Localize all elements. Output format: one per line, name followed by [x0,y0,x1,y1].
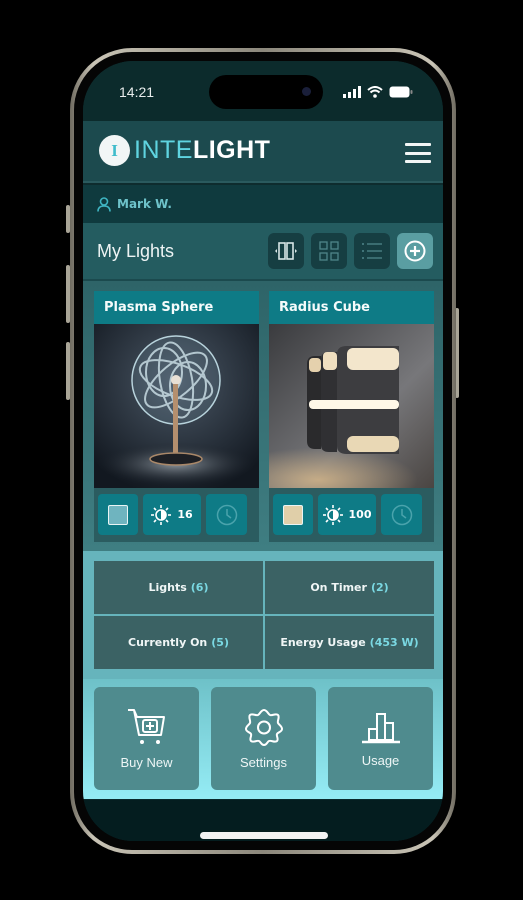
user-bar[interactable]: Mark W. [83,185,443,223]
actions-area: Buy New Settings Usage [83,679,443,799]
carousel-view-button[interactable] [268,233,304,269]
stat-currently-on[interactable]: Currently On (5) [94,616,263,669]
carousel-icon [275,242,297,260]
brightness-button[interactable]: 16 [143,494,201,535]
light-name: Plasma Sphere [94,291,259,324]
hamburger-menu-icon[interactable] [405,143,431,163]
stat-value: (5) [211,636,229,649]
user-name: Mark W. [117,197,172,211]
stat-energy-usage[interactable]: Energy Usage (453 W) [265,616,434,669]
status-icons [343,86,413,98]
color-swatch [108,504,128,525]
light-image-plasma-sphere [94,324,259,488]
app-logo[interactable]: I INTELIGHT [99,135,270,166]
light-name: Radius Cube [269,291,434,324]
list-view-button[interactable] [354,233,390,269]
brightness-value: 16 [177,508,193,521]
light-image-radius-cube [269,324,434,488]
brightness-icon [151,504,172,525]
status-time: 14:21 [119,84,155,100]
lights-section-header: My Lights [83,223,443,281]
stat-lights[interactable]: Lights (6) [94,561,263,614]
phone-frame: 14:21 I INTELIGHT Mark W. My Lights Plas… [70,48,456,854]
action-label: Settings [240,755,287,770]
home-indicator[interactable] [200,832,328,839]
brightness-button[interactable]: 100 [318,494,376,535]
grid-icon [319,241,339,261]
plus-circle-icon [404,240,426,262]
phone-bezel: 14:21 I INTELIGHT Mark W. My Lights Plas… [74,52,452,850]
bar-chart-icon [361,713,400,744]
buy-new-button[interactable]: Buy New [94,687,199,790]
action-label: Usage [361,753,400,768]
logo-text-part1: INTE [134,136,193,164]
stat-on-timer[interactable]: On Timer (2) [265,561,434,614]
light-controls: 100 [269,488,434,541]
user-icon [97,196,111,212]
color-button[interactable] [98,494,138,535]
timer-button[interactable] [206,494,247,535]
bottom-bar [83,799,443,841]
clock-icon [391,504,412,525]
section-title: My Lights [97,241,175,261]
stat-value: (2) [370,581,389,594]
light-card[interactable]: Radius Cube 100 [269,291,434,542]
light-cards-area: Plasma Sphere 16 Radius Cube 100 [83,281,443,551]
stat-value: (6) [190,581,209,594]
logo-text-part2: LIGHT [192,136,271,164]
gear-icon [244,708,283,747]
signal-icon [343,86,361,98]
view-toggle-group [268,233,433,269]
screen: 14:21 I INTELIGHT Mark W. My Lights Plas… [83,61,443,841]
status-bar: 14:21 [83,61,443,127]
color-swatch [283,504,303,525]
settings-button[interactable]: Settings [211,687,316,790]
camera-icon [302,87,311,96]
timer-button[interactable] [381,494,422,535]
logo-text: INTELIGHT [134,136,270,165]
usage-button[interactable]: Usage [328,687,433,790]
stat-value: (453 W) [369,636,419,649]
clock-icon [216,504,237,525]
logo-badge-icon: I [99,135,130,166]
grid-view-button[interactable] [311,233,347,269]
add-light-button[interactable] [397,233,433,269]
dynamic-island [209,75,323,109]
color-button[interactable] [273,494,313,535]
wifi-icon [367,86,383,98]
list-icon [362,243,382,259]
battery-icon [389,86,413,98]
cart-plus-icon [127,709,165,744]
brightness-value: 100 [348,508,372,521]
app-header: I INTELIGHT [83,121,443,183]
stats-grid: Lights (6) On Timer (2) Currently On (5) En… [94,561,434,669]
brightness-icon [322,504,343,525]
stats-area: Lights (6) On Timer (2) Currently On (5) En… [83,551,443,679]
light-card[interactable]: Plasma Sphere 16 [94,291,259,542]
action-label: Buy New [120,755,173,770]
light-controls: 16 [94,488,259,541]
